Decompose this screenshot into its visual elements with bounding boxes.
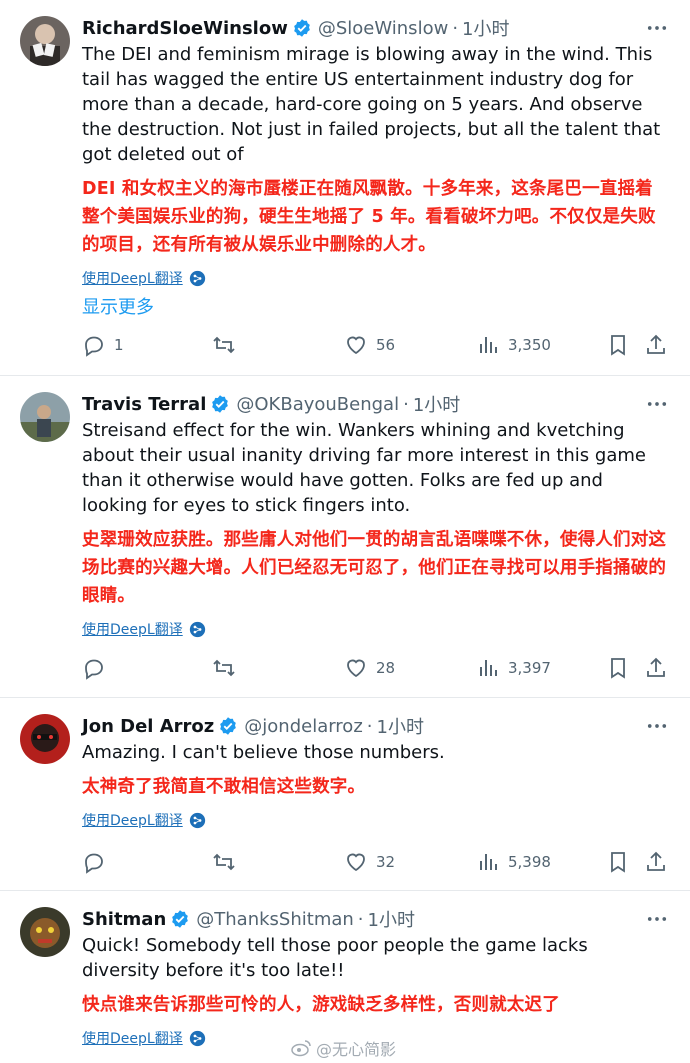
translate-label[interactable]: 使用DeepL翻译	[82, 1028, 183, 1048]
user-handle[interactable]: @ThanksShitman	[196, 909, 354, 930]
heart-icon	[347, 853, 365, 872]
display-name[interactable]: RichardSloeWinslow	[82, 18, 288, 39]
display-name[interactable]: Jon Del Arroz	[82, 716, 214, 737]
tweet-text: Streisand effect for the win. Wankers wh…	[82, 420, 646, 516]
share-icon	[647, 657, 665, 677]
timestamp[interactable]: 1小时	[377, 713, 424, 739]
views-button[interactable]: 3,397	[476, 656, 551, 680]
deepl-icon	[189, 270, 205, 286]
like-count: 32	[376, 853, 396, 871]
bookmark-icon	[611, 852, 625, 873]
deepl-icon	[189, 812, 205, 828]
retweet-button[interactable]	[212, 656, 236, 680]
timestamp[interactable]: 1小时	[368, 906, 415, 932]
timestamp[interactable]: 1小时	[413, 391, 460, 417]
retweet-icon	[213, 659, 235, 677]
reply-button[interactable]: 1	[82, 333, 124, 357]
tweet[interactable]: RichardSloeWinslow @SloeWinslow · 1小时 Th…	[0, 0, 690, 376]
reply-button[interactable]	[82, 850, 106, 874]
like-count: 56	[376, 336, 396, 354]
tweet[interactable]: Travis Terral @OKBayouBengal · 1小时 Strei…	[0, 376, 690, 698]
weibo-logo-icon	[291, 1040, 311, 1057]
translated-text: 太神奇了我简直不敢相信这些数字。	[82, 777, 366, 797]
retweet-button[interactable]	[212, 333, 236, 357]
avatar[interactable]	[20, 907, 70, 957]
bookmark-button[interactable]	[606, 333, 630, 357]
avatar[interactable]	[20, 16, 70, 66]
like-button[interactable]: 56	[344, 333, 395, 357]
deepl-icon	[189, 621, 205, 637]
avatar[interactable]	[20, 392, 70, 442]
like-button[interactable]: 28	[344, 656, 395, 680]
reply-icon	[85, 853, 103, 874]
reply-count: 1	[114, 336, 124, 354]
watermark-text: @无心简影	[316, 1040, 397, 1059]
separator-dot: ·	[403, 393, 409, 415]
avatar[interactable]	[20, 714, 70, 764]
views-button[interactable]: 5,398	[476, 850, 551, 874]
translate-link[interactable]: 使用DeepL翻译	[82, 618, 668, 640]
tweet-text: Amazing. I can't believe those numbers.	[82, 742, 445, 763]
tweet[interactable]: Jon Del Arroz @jondelarroz · 1小时 Amazing…	[0, 698, 690, 891]
more-options-icon[interactable]	[646, 18, 668, 38]
bookmark-button[interactable]	[606, 850, 630, 874]
heart-icon	[347, 659, 365, 678]
reply-icon	[85, 659, 103, 680]
bookmark-icon	[611, 658, 625, 679]
reply-button[interactable]	[82, 656, 106, 680]
heart-icon	[347, 336, 365, 355]
analytics-icon	[480, 854, 497, 870]
view-count: 5,398	[508, 853, 551, 871]
retweet-icon	[213, 336, 235, 354]
views-button[interactable]: 3,350	[476, 333, 551, 357]
view-count: 3,397	[508, 659, 551, 677]
user-handle[interactable]: @OKBayouBengal	[236, 394, 399, 415]
translate-label[interactable]: 使用DeepL翻译	[82, 268, 183, 288]
view-count: 3,350	[508, 336, 551, 354]
reply-icon	[85, 336, 103, 357]
translate-label[interactable]: 使用DeepL翻译	[82, 619, 183, 639]
analytics-icon	[480, 660, 497, 676]
user-handle[interactable]: @jondelarroz	[244, 716, 363, 737]
translated-text: DEI 和女权主义的海市蜃楼正在随风飘散。十多年来，这条尾巴一直摇着整个美国娱乐…	[82, 179, 656, 255]
translated-text: 史翠珊效应获胜。那些庸人对他们一贯的胡言乱语喋喋不休，使得人们对这场比赛的兴趣大…	[82, 530, 667, 606]
separator-dot: ·	[366, 715, 373, 737]
show-more-link[interactable]: 显示更多	[82, 293, 668, 319]
verified-badge-icon	[292, 18, 312, 38]
display-name[interactable]: Shitman	[82, 909, 166, 930]
tweet-text: Quick! Somebody tell those poor people t…	[82, 935, 588, 981]
like-count: 28	[376, 659, 396, 677]
more-options-icon[interactable]	[646, 716, 668, 736]
deepl-icon	[189, 1030, 205, 1046]
share-button[interactable]	[644, 656, 668, 680]
timestamp[interactable]: 1小时	[462, 15, 509, 41]
share-button[interactable]	[644, 333, 668, 357]
more-options-icon[interactable]	[646, 909, 668, 929]
more-options-icon[interactable]	[646, 394, 668, 414]
translate-link[interactable]: 使用DeepL翻译	[82, 809, 668, 831]
retweet-button[interactable]	[212, 850, 236, 874]
like-button[interactable]: 32	[344, 850, 395, 874]
watermark: @无心简影	[290, 1036, 396, 1060]
verified-badge-icon	[218, 716, 238, 736]
retweet-icon	[213, 853, 235, 871]
bookmark-button[interactable]	[606, 656, 630, 680]
translate-label[interactable]: 使用DeepL翻译	[82, 810, 183, 830]
separator-dot: ·	[452, 17, 459, 39]
display-name[interactable]: Travis Terral	[82, 394, 206, 415]
user-handle[interactable]: @SloeWinslow	[318, 18, 448, 39]
translated-text: 快点谁来告诉那些可怜的人，游戏缺乏多样性，否则就太迟了	[82, 995, 560, 1015]
tweet-text: The DEI and feminism mirage is blowing a…	[82, 44, 661, 165]
bookmark-icon	[611, 335, 625, 356]
share-button[interactable]	[644, 850, 668, 874]
analytics-icon	[480, 337, 497, 353]
translate-link[interactable]: 使用DeepL翻译	[82, 267, 668, 289]
verified-badge-icon	[210, 394, 230, 414]
verified-badge-icon	[170, 909, 190, 929]
share-icon	[647, 334, 665, 354]
separator-dot: ·	[357, 908, 364, 930]
share-icon	[647, 851, 665, 871]
